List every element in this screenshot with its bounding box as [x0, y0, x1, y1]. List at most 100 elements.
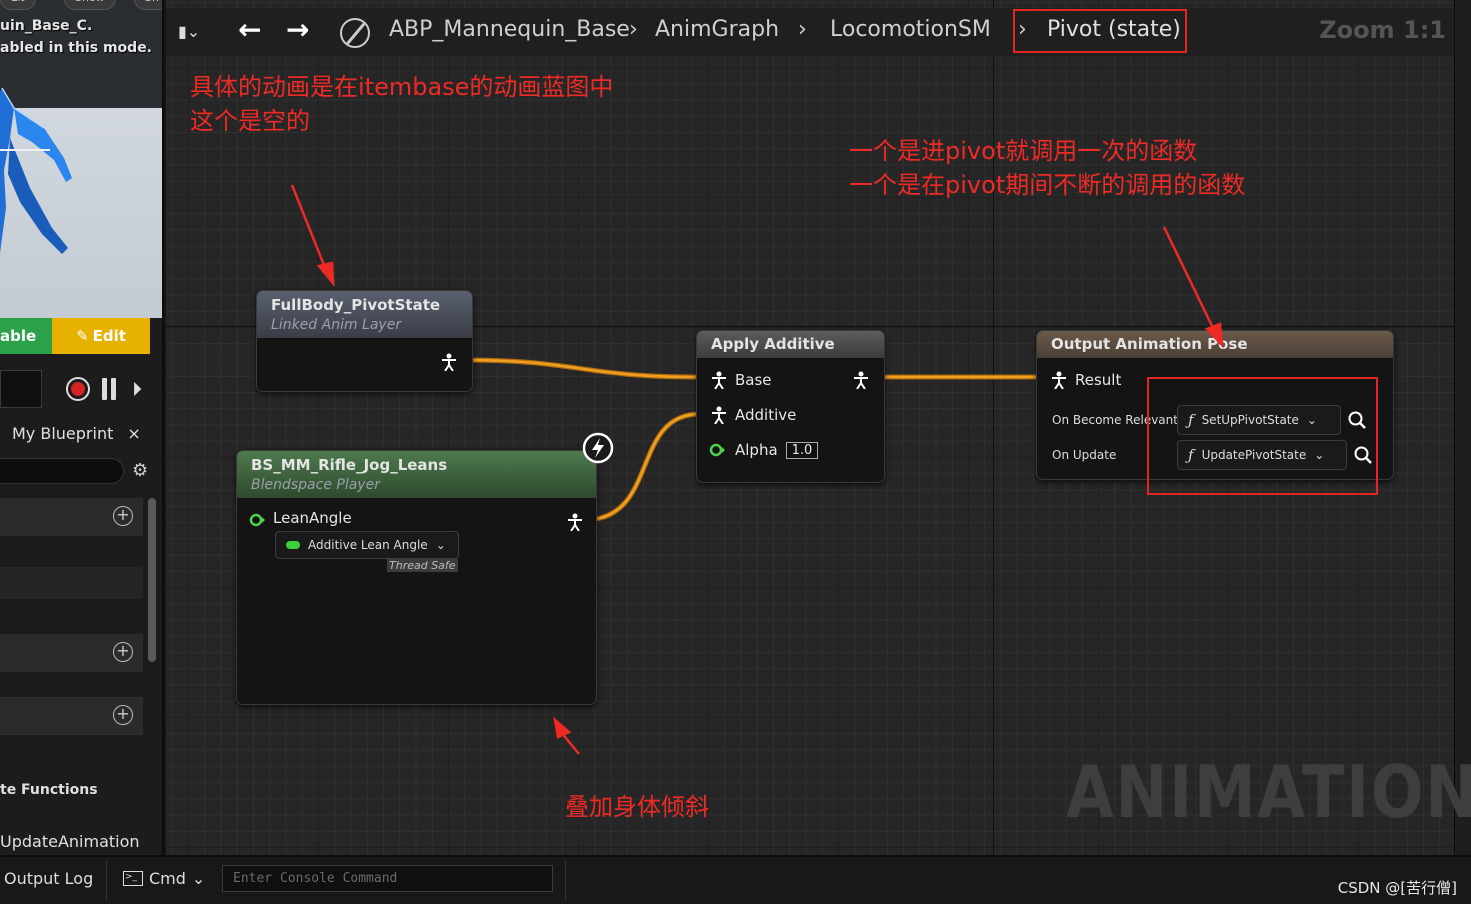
breadcrumb-item[interactable]: AnimGraph: [655, 17, 779, 42]
node-header: Output Animation Pose: [1037, 331, 1393, 359]
lean-angle-pin[interactable]: LeanAngle: [249, 509, 352, 529]
variable-icon: [286, 541, 300, 549]
grid-axis: [993, 0, 994, 855]
divider: [565, 861, 566, 901]
step-forward-button[interactable]: ⏵: [132, 377, 142, 401]
blueprint-logo-icon: [340, 18, 370, 48]
add-icon[interactable]: +: [113, 506, 133, 526]
chevron-right-icon: ›: [629, 17, 638, 42]
viewport-lit-button[interactable]: Lit: [0, 0, 36, 10]
apply-additive-node[interactable]: Apply Additive Base Additive Alpha 1.0: [696, 330, 885, 483]
annotation-text: 一个是进pivot就调用一次的函数: [849, 137, 1198, 165]
enable-label: able: [0, 327, 37, 345]
pose-icon: [442, 353, 456, 371]
highlight-box: [1013, 9, 1187, 53]
float-pin-icon: [709, 443, 725, 457]
dropdown-value: Additive Lean Angle: [308, 538, 428, 552]
on-update-label: On Update: [1052, 448, 1117, 462]
chevron-down-icon: ⌄: [191, 869, 206, 888]
credit-text: CSDN @[苦行僧]: [1337, 879, 1457, 897]
node-header: Apply Additive: [697, 331, 884, 359]
pin-label: Base: [735, 371, 772, 389]
tab-label: My Blueprint: [12, 423, 114, 443]
alpha-value-input[interactable]: 1.0: [785, 441, 819, 459]
category-row[interactable]: +: [0, 498, 143, 536]
node-title: BS_MM_Rifle_Jog_Leans: [251, 456, 448, 474]
blendspace-player-node[interactable]: BS_MM_Rifle_Jog_Leans Blendspace Player …: [236, 450, 597, 705]
chevron-down-icon: ⌄: [435, 538, 446, 552]
pin-label: Result: [1075, 371, 1122, 389]
record-button[interactable]: [66, 377, 90, 401]
node-subtitle: Linked Anim Layer: [271, 317, 402, 333]
node-header: FullBody_PivotState Linked Anim Layer: [257, 291, 472, 339]
blueprint-search-input[interactable]: [0, 458, 124, 484]
cmd-dropdown[interactable]: >_ Cmd ⌄: [123, 869, 205, 888]
thread-safe-badge: Thread Safe: [387, 559, 458, 572]
category-row[interactable]: [0, 567, 143, 599]
linked-anim-layer-node[interactable]: FullBody_PivotState Linked Anim Layer: [256, 290, 473, 392]
alpha-pin[interactable]: Alpha 1.0: [709, 441, 819, 459]
chevron-right-icon: ›: [798, 17, 807, 42]
pose-icon: [854, 371, 868, 389]
annotation-text: 一个是在pivot期间不断的调用的函数: [849, 171, 1246, 199]
add-icon[interactable]: +: [113, 705, 133, 725]
scrollbar[interactable]: [148, 498, 156, 662]
additive-pose-pin[interactable]: Additive: [711, 406, 796, 424]
close-icon[interactable]: ×: [127, 424, 140, 443]
terminal-icon: >_: [123, 871, 143, 886]
cmd-label: Cmd: [149, 869, 186, 888]
back-arrow-icon[interactable]: ←: [238, 16, 261, 44]
pause-button[interactable]: [102, 378, 118, 400]
lean-angle-dropdown[interactable]: Additive Lean Angle ⌄: [275, 531, 459, 559]
graph-toolbar: ▮⌄ ← → ABP_Mannequin_Base › AnimGraph › …: [166, 8, 1454, 56]
tab-my-blueprint[interactable]: My Blueprint ×: [0, 414, 162, 452]
node-subtitle: Blendspace Player: [251, 477, 380, 493]
zoom-level: Zoom 1:1: [1319, 16, 1446, 44]
right-panel-edge: [1454, 0, 1471, 855]
pose-output-pin[interactable]: [567, 513, 583, 531]
pose-icon: [568, 513, 582, 531]
output-log-tab[interactable]: Output Log: [4, 869, 93, 888]
pose-icon: [1052, 371, 1066, 389]
pin-label: LeanAngle: [273, 509, 352, 527]
result-pose-pin[interactable]: Result: [1051, 371, 1121, 389]
annotation-text: 具体的动画是在itembase的动画蓝图中: [190, 73, 614, 101]
float-pin-icon: [249, 513, 265, 527]
bookmark-icon[interactable]: ▮⌄: [178, 22, 200, 41]
pose-output-pin[interactable]: [441, 353, 457, 371]
breadcrumb-item[interactable]: ABP_Mannequin_Base: [389, 17, 630, 42]
viewport-info-text: abled in this mode.: [0, 40, 153, 56]
pin-label: Additive: [735, 406, 797, 424]
function-item[interactable]: UpdateAnimation: [0, 832, 140, 851]
viewport-info-text: uin_Base_C.: [0, 18, 93, 34]
record-icon: [71, 382, 85, 396]
node-header: BS_MM_Rifle_Jog_Leans Blendspace Player: [237, 451, 596, 499]
enable-button[interactable]: able: [0, 318, 52, 354]
pose-output-pin[interactable]: [853, 371, 869, 389]
anim-controls: ⏵: [0, 368, 162, 410]
mode-toolbar: able ✎ Edit: [0, 318, 150, 354]
viewport-show-button[interactable]: Show: [64, 0, 116, 10]
pose-icon: [712, 371, 726, 389]
viewport-extra-button[interactable]: Sh: [134, 0, 162, 10]
preview-viewport[interactable]: Lit Show Sh uin_Base_C. abled in this mo…: [0, 0, 162, 318]
playback-field[interactable]: [0, 370, 42, 408]
annotation-text: 叠加身体倾斜: [565, 793, 709, 821]
edit-button[interactable]: ✎ Edit: [52, 318, 150, 354]
functions-header[interactable]: te Functions: [0, 782, 98, 798]
bottom-bar: Output Log >_ Cmd ⌄ CSDN @[苦行僧]: [0, 855, 1471, 904]
graph-watermark: ANIMATION: [1066, 750, 1471, 834]
category-row[interactable]: +: [0, 697, 143, 735]
annotation-text: 这个是空的: [190, 107, 310, 135]
console-command-input[interactable]: [222, 865, 553, 892]
category-row[interactable]: +: [0, 634, 143, 672]
breadcrumb-item[interactable]: LocomotionSM: [830, 17, 991, 42]
gear-icon[interactable]: ⚙: [132, 460, 148, 481]
mannequin-preview: [0, 87, 72, 254]
forward-arrow-icon[interactable]: →: [286, 16, 309, 44]
node-title: FullBody_PivotState: [271, 296, 441, 314]
left-panel: Lit Show Sh uin_Base_C. abled in this mo…: [0, 0, 164, 855]
add-icon[interactable]: +: [113, 642, 133, 662]
base-pose-pin[interactable]: Base: [711, 371, 772, 389]
pencil-icon: ✎: [76, 327, 89, 345]
